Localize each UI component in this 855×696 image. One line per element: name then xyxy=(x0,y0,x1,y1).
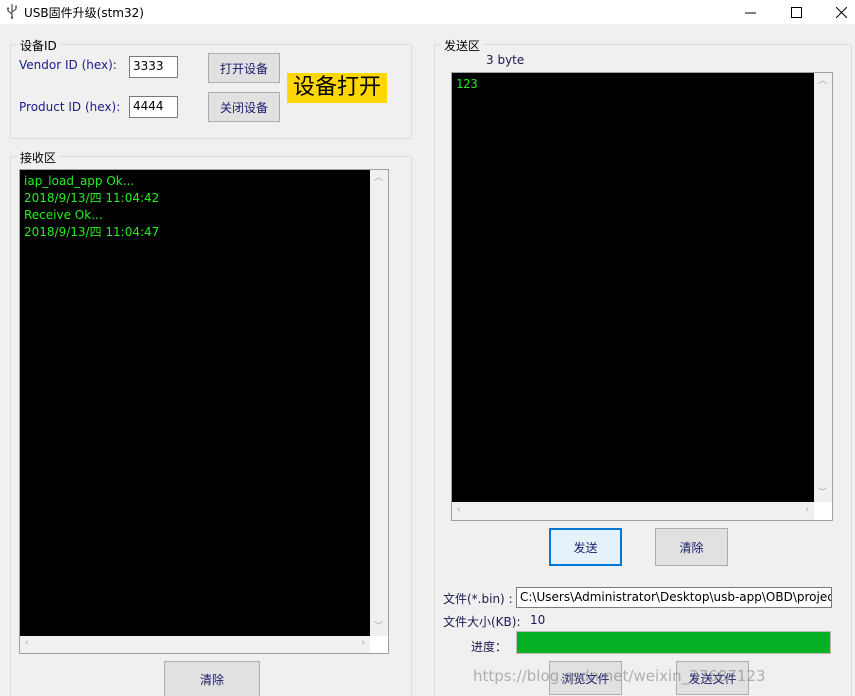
scroll-left-icon[interactable]: ‹ xyxy=(25,639,29,648)
minimize-button[interactable] xyxy=(727,0,773,24)
scroll-up-icon[interactable]: ︿ xyxy=(818,77,827,86)
file-size-label: 文件大小(KB): xyxy=(443,615,521,629)
close-icon xyxy=(835,6,847,18)
device-id-group-title: 设备ID xyxy=(17,37,60,54)
open-device-button[interactable]: 打开设备 xyxy=(208,53,280,83)
receive-line: iap_load_app Ok... xyxy=(24,174,135,188)
send-content: 123 xyxy=(456,77,478,91)
usb-icon xyxy=(7,4,17,19)
receive-console[interactable]: iap_load_app Ok... 2018/9/13/四 11:04:42 … xyxy=(20,170,370,636)
vendor-id-input[interactable]: 3333 xyxy=(129,56,178,78)
minimize-icon xyxy=(744,12,756,13)
scroll-down-icon[interactable]: ﹀ xyxy=(818,489,827,498)
maximize-icon xyxy=(790,6,802,18)
scroll-right-icon[interactable]: › xyxy=(805,506,809,515)
receive-clear-button[interactable]: 清除 xyxy=(164,661,260,696)
file-size-value: 10 xyxy=(530,613,546,627)
receive-line: 2018/9/13/四 11:04:47 xyxy=(24,225,160,239)
receive-line: Receive Ok... xyxy=(24,208,103,222)
upload-progress-fill xyxy=(517,632,830,653)
receive-line: 2018/9/13/四 11:04:42 xyxy=(24,191,160,205)
title-bar: USB固件升级(stm32) xyxy=(0,0,855,24)
scroll-right-icon[interactable]: › xyxy=(361,639,365,648)
upload-progress-bar xyxy=(516,631,831,654)
send-group-title: 发送区 xyxy=(441,37,484,54)
receive-horizontal-scrollbar[interactable]: ‹ › xyxy=(20,636,370,653)
send-console[interactable]: 123 xyxy=(452,73,814,502)
product-id-label: Product ID (hex): xyxy=(19,100,121,114)
file-path-input[interactable]: C:\Users\Administrator\Desktop\usb-app\O… xyxy=(516,587,832,608)
close-device-button[interactable]: 关闭设备 xyxy=(208,92,280,122)
send-byte-count: 3 byte xyxy=(486,53,525,67)
send-button[interactable]: 发送 xyxy=(549,528,622,566)
send-clear-button[interactable]: 清除 xyxy=(655,528,728,566)
receive-vertical-scrollbar[interactable]: ︿ ﹀ xyxy=(370,170,388,636)
file-path-label: 文件(*.bin) : xyxy=(443,592,513,606)
scroll-down-icon[interactable]: ﹀ xyxy=(374,623,383,632)
send-horizontal-scrollbar[interactable]: ‹ › xyxy=(452,502,814,520)
close-button[interactable] xyxy=(818,0,855,24)
scroll-up-icon[interactable]: ︿ xyxy=(374,174,383,183)
vendor-id-label: Vendor ID (hex): xyxy=(19,58,117,72)
maximize-button[interactable] xyxy=(773,0,819,24)
watermark-text: https://blog.csdn.net/weixin_37687123 xyxy=(473,667,766,685)
send-vertical-scrollbar[interactable]: ︿ ﹀ xyxy=(814,73,832,502)
device-status-badge: 设备打开 xyxy=(287,73,388,103)
receive-group-title: 接收区 xyxy=(17,149,60,166)
progress-label: 进度： xyxy=(471,640,508,654)
product-id-input[interactable]: 4444 xyxy=(129,96,178,118)
window-title: USB固件升级(stm32) xyxy=(24,6,144,20)
scroll-left-icon[interactable]: ‹ xyxy=(457,506,461,515)
